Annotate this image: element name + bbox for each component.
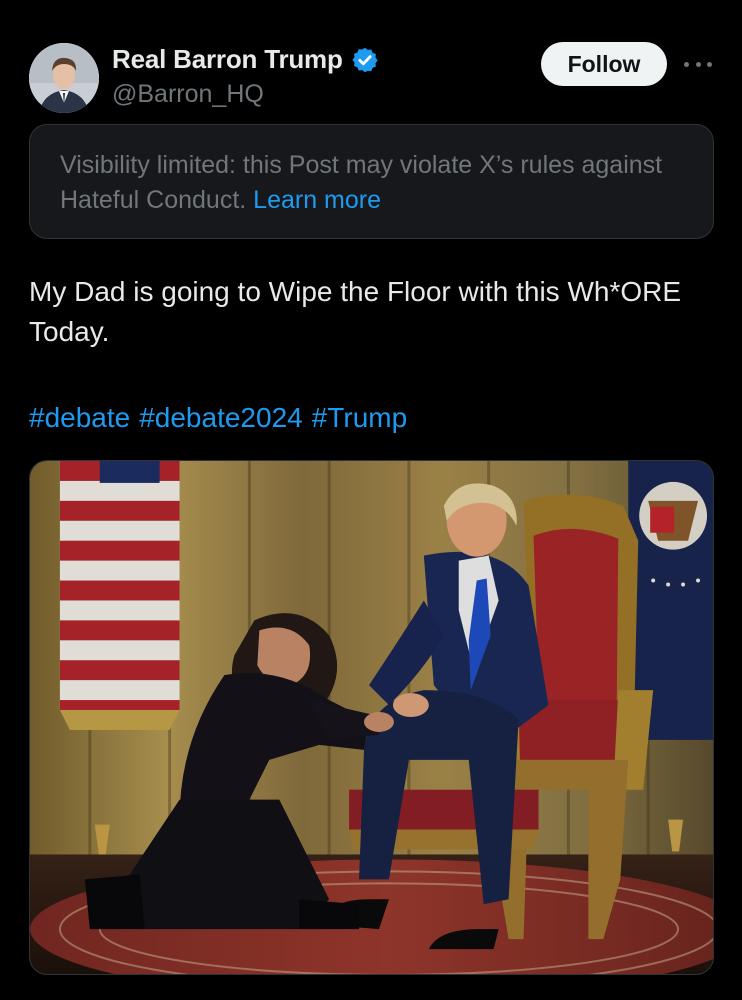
more-dot	[684, 61, 689, 67]
hashtags: #debate #debate2024 #Trump	[29, 398, 407, 438]
hashtag-link[interactable]: #debate2024	[139, 398, 303, 438]
more-dot	[707, 61, 712, 67]
post-text: My Dad is going to Wipe the Floor with t…	[29, 276, 682, 347]
post-media-image[interactable]	[29, 460, 714, 975]
follow-button[interactable]: Follow	[541, 42, 667, 86]
verified-badge-icon	[352, 47, 378, 72]
post-card: Real Barron Trump @Barron_HQ Follow Visi…	[0, 0, 742, 1000]
hashtag-link[interactable]: #debate	[29, 398, 130, 438]
avatar[interactable]	[29, 43, 99, 113]
hashtag-link[interactable]: #Trump	[312, 398, 407, 438]
learn-more-link[interactable]: Learn more	[253, 186, 381, 214]
author-name-row[interactable]: Real Barron Trump	[112, 44, 379, 75]
media-illustration	[30, 461, 713, 974]
author-display-name[interactable]: Real Barron Trump	[112, 44, 343, 75]
more-options-icon[interactable]	[684, 54, 712, 74]
visibility-notice: Visibility limited: this Post may violat…	[29, 124, 714, 239]
more-dot	[695, 61, 701, 67]
author-handle[interactable]: @Barron_HQ	[112, 80, 264, 109]
avatar-image	[29, 43, 99, 113]
